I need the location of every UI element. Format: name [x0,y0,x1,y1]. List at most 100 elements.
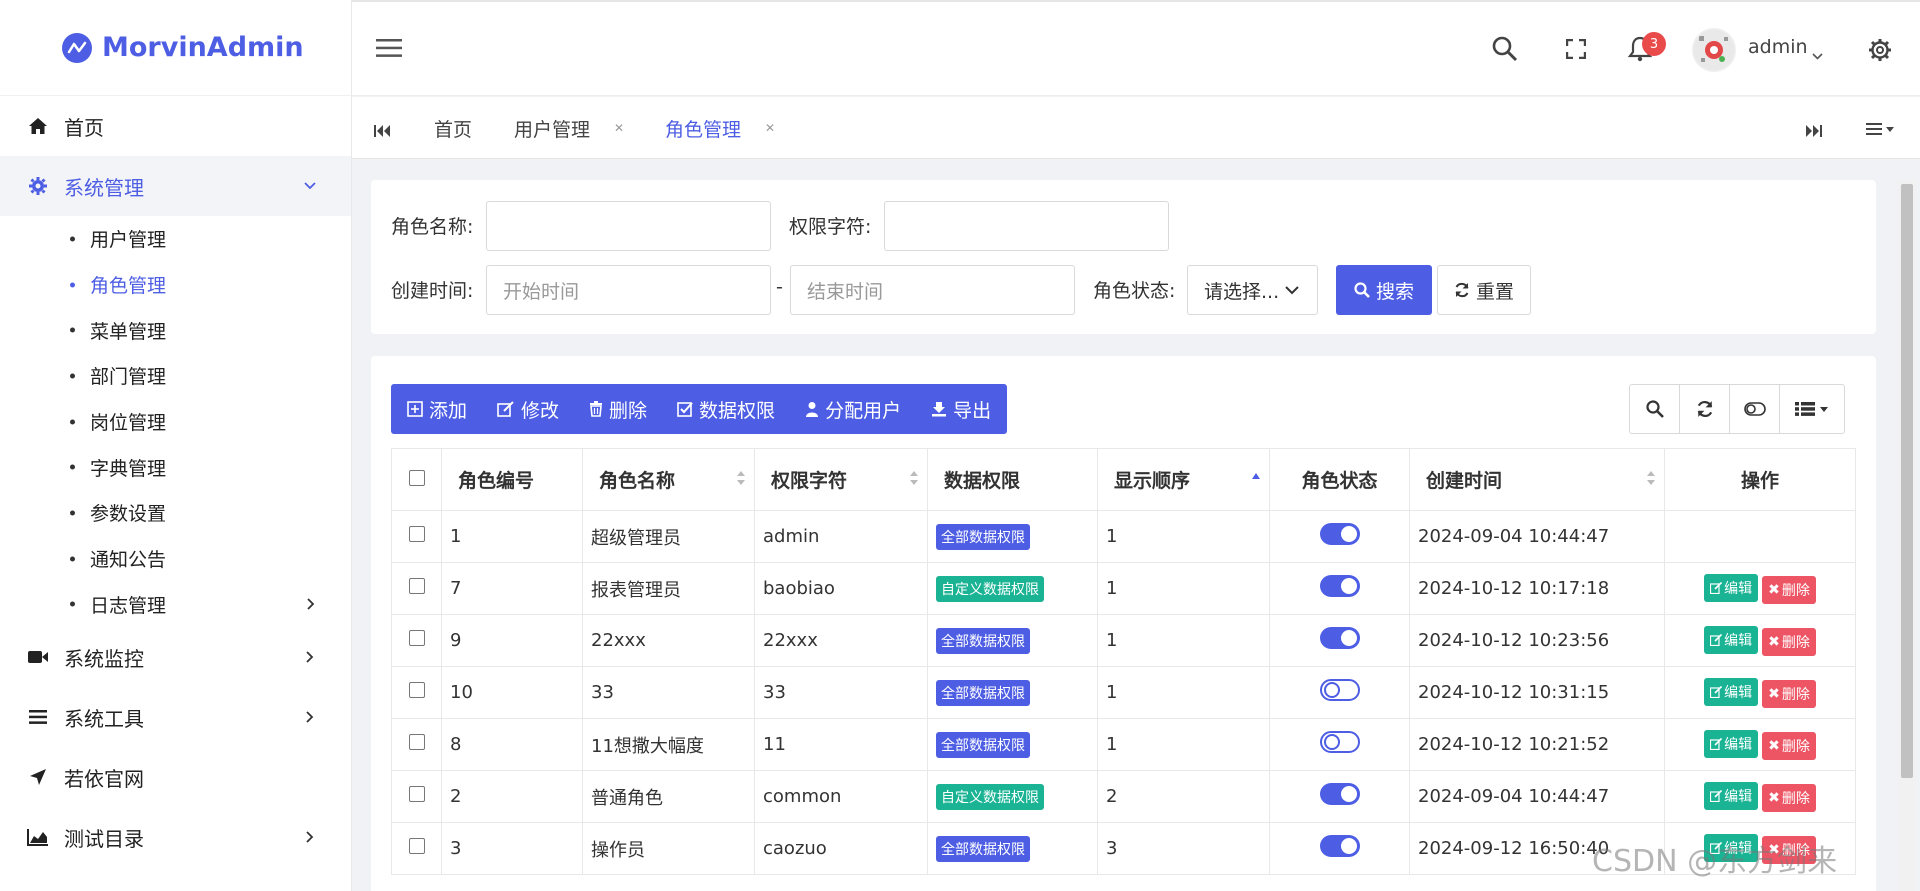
cell-data-scope: 全部数据权限 [927,614,1098,667]
row-checkbox[interactable] [408,630,425,646]
row-delete-button[interactable]: ✖ 删除 [1762,575,1816,604]
row-edit-button[interactable]: 编辑 [1704,573,1759,602]
row-checkbox[interactable] [408,526,425,542]
row-checkbox[interactable] [408,578,425,594]
export-button[interactable]: 导出 [931,396,991,423]
sidebar-sub-role[interactable]: 角色管理 [0,262,351,308]
status-toggle[interactable] [1319,835,1360,857]
fullscreen-icon[interactable] [1565,38,1587,63]
sort-icon [736,469,746,491]
cell-actions [1664,510,1856,563]
cell-role-name: 11想撒大幅度 [582,718,755,771]
row-checkbox[interactable] [408,734,425,750]
row-edit-button[interactable]: 编辑 [1704,677,1759,706]
sidebar-sub-menu[interactable]: 菜单管理 [0,307,351,353]
cell-role-key: admin [754,510,928,563]
sidebar-sub-config[interactable]: 参数设置 [0,490,351,536]
status-toggle[interactable] [1319,627,1360,649]
edit-button[interactable]: 修改 [497,396,559,423]
close-icon: ✖ [1768,581,1780,598]
data-permission-button[interactable]: 数据权限 [677,396,775,423]
row-checkbox[interactable] [408,838,425,854]
columns-list-icon [1795,402,1828,416]
created-time-label: 创建时间: [391,280,474,302]
sidebar-sub-dept[interactable]: 部门管理 [0,353,351,399]
row-edit-button[interactable]: 编辑 [1704,625,1759,654]
brand[interactable]: MorvinAdmin [0,0,351,96]
search-icon[interactable] [1492,36,1518,66]
row-delete-button[interactable]: ✖ 删除 [1762,783,1816,812]
perm-key-input[interactable] [884,201,1169,251]
cell-data-scope: 全部数据权限 [927,822,1098,875]
col-role-id[interactable]: 角色编号 [441,448,583,511]
trash-icon [590,401,603,417]
tab-scroll-right-icon[interactable] [1806,122,1822,141]
sidebar-item-label: 测试目录 [64,826,144,851]
reset-button[interactable]: 重置 [1437,265,1531,315]
sidebar-item-monitor[interactable]: 系统监控 [0,627,351,687]
assign-user-button[interactable]: 分配用户 [805,396,901,423]
col-sort-order[interactable]: 显示顺序 [1097,448,1270,511]
status-toggle[interactable] [1319,523,1360,545]
row-select-cell [391,770,442,823]
scrollbar-thumb[interactable] [1901,184,1913,778]
row-checkbox[interactable] [408,786,425,802]
select-all-checkbox[interactable] [408,469,425,486]
sidebar-sub-user[interactable]: 用户管理 [0,216,351,262]
search-button[interactable]: 搜索 [1336,265,1432,315]
data-scope-tag: 全部数据权限 [936,523,1030,550]
status-toggle[interactable] [1319,679,1360,701]
sidebar-item-system[interactable]: 系统管理 [0,156,351,216]
sidebar-item-website[interactable]: 若依官网 [0,747,351,807]
toggle-view-button[interactable] [1730,385,1780,433]
col-role-key[interactable]: 权限字符 [754,448,928,511]
columns-button[interactable] [1780,385,1844,433]
toggle-knob [1340,838,1357,854]
close-icon[interactable]: ✕ [765,121,775,135]
cell-sort-order: 3 [1097,822,1270,875]
toggle-search-button[interactable] [1630,385,1680,433]
role-name-input[interactable] [486,201,771,251]
end-time-input[interactable]: 结束时间 [790,265,1075,315]
avatar[interactable] [1692,28,1736,72]
col-role-name[interactable]: 角色名称 [582,448,755,511]
sidebar-sub-log[interactable]: 日志管理 [0,582,351,628]
edit-icon [1710,789,1723,802]
bullet-icon [70,464,75,470]
sidebar-sub-post[interactable]: 岗位管理 [0,399,351,445]
settings-gear-icon[interactable] [1868,38,1892,66]
username[interactable]: admin [1748,36,1808,58]
status-toggle[interactable] [1319,575,1360,597]
tab-options-icon[interactable] [1866,121,1896,140]
action-toolbar: 添加 修改 删除 数据权限 分配用户 导出 [391,384,1008,434]
page-scrollbar[interactable] [1898,180,1916,891]
row-delete-button[interactable]: ✖ 删除 [1762,679,1816,708]
close-icon[interactable]: ✕ [614,121,624,135]
refresh-button[interactable] [1680,385,1730,433]
tab-scroll-left-icon[interactable] [374,122,390,141]
sidebar-item-label: 系统监控 [64,646,144,671]
hamburger-icon[interactable] [376,38,402,62]
row-checkbox[interactable] [408,682,425,698]
col-created-time[interactable]: 创建时间 [1409,448,1665,511]
row-edit-button[interactable]: 编辑 [1704,729,1759,758]
role-status-select[interactable]: 请选择... [1187,265,1318,315]
tab-role-management[interactable]: 角色管理 [665,115,741,142]
plus-square-icon [407,401,423,417]
start-time-input[interactable]: 开始时间 [486,265,771,315]
sidebar-sub-notice[interactable]: 通知公告 [0,536,351,582]
delete-button[interactable]: 删除 [589,396,647,423]
tab-user-management[interactable]: 用户管理 [514,115,590,142]
status-toggle[interactable] [1319,731,1360,753]
row-delete-button[interactable]: ✖ 删除 [1762,731,1816,760]
row-edit-button[interactable]: 编辑 [1704,781,1759,810]
sidebar-item-test[interactable]: 测试目录 [0,807,351,867]
sidebar-item-tools[interactable]: 系统工具 [0,687,351,747]
tab-home[interactable]: 首页 [434,115,472,142]
row-delete-button[interactable]: ✖ 删除 [1762,627,1816,656]
chevron-down-icon[interactable] [1812,45,1823,64]
add-button[interactable]: 添加 [407,396,467,423]
status-toggle[interactable] [1319,783,1360,805]
sidebar-sub-dict[interactable]: 字典管理 [0,444,351,490]
sidebar-item-home[interactable]: 首页 [0,96,351,156]
